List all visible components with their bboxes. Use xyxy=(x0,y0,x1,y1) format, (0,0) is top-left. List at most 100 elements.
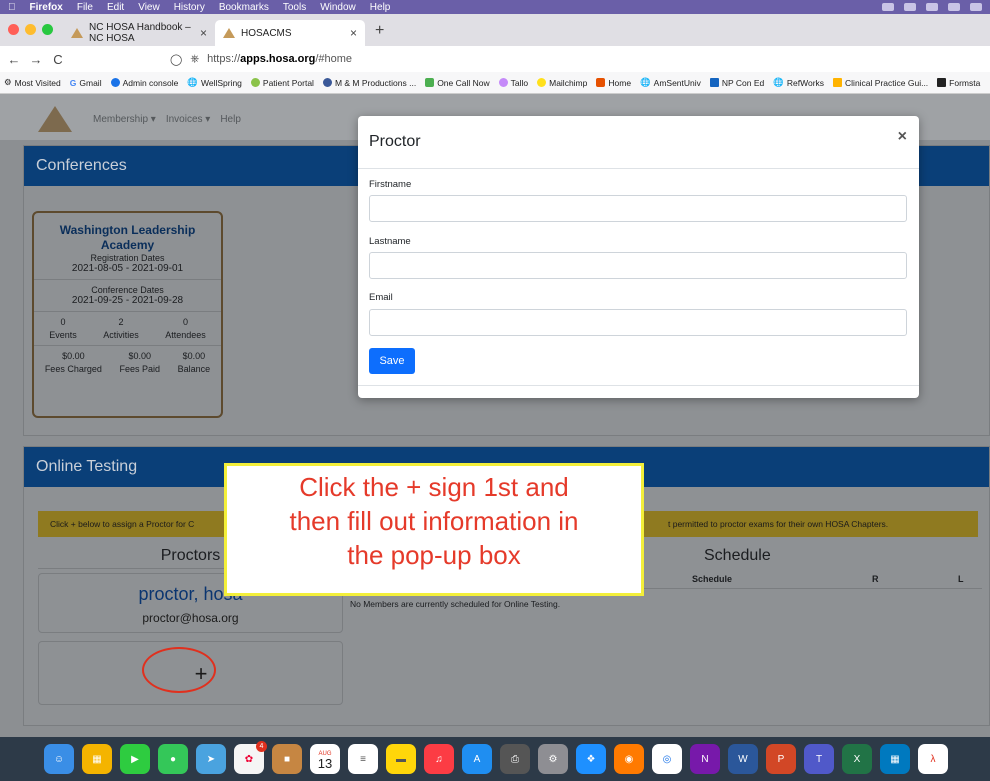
nav-membership[interactable]: Membership ▾ xyxy=(93,114,156,125)
close-tab-icon[interactable]: × xyxy=(350,26,357,40)
proctor-email: proctor@hosa.org xyxy=(142,611,239,625)
acrobat-icon[interactable]: λ xyxy=(918,744,948,774)
system-preferences-icon[interactable]: ⚙ xyxy=(538,744,568,774)
google-icon: G xyxy=(69,77,77,88)
apple-menu-icon[interactable]:  xyxy=(8,2,16,13)
bookmark-clinical-practice[interactable]: Clinical Practice Gui... xyxy=(833,78,928,88)
word-icon[interactable]: W xyxy=(728,744,758,774)
column-schedule[interactable]: Schedule xyxy=(692,574,732,584)
close-window-icon[interactable] xyxy=(8,24,19,35)
facebook-icon xyxy=(322,78,332,87)
column-r[interactable]: R xyxy=(872,574,879,584)
tallo-icon xyxy=(498,78,508,87)
minimize-window-icon[interactable] xyxy=(25,24,36,35)
bookmark-label: Gmail xyxy=(79,77,102,88)
bookmarks-bar: ⚙ Most Visited G Gmail Admin console 🌐 Well… xyxy=(0,72,990,94)
lastname-field[interactable] xyxy=(369,252,907,279)
app-store-icon[interactable]: A xyxy=(462,744,492,774)
menu-app-name[interactable]: Firefox xyxy=(30,2,63,13)
stat-label: Events xyxy=(49,330,77,340)
wifi-icon[interactable] xyxy=(948,3,960,11)
bookmark-gmail[interactable]: G Gmail xyxy=(70,78,102,88)
menu-file[interactable]: File xyxy=(77,2,93,13)
excel-icon[interactable]: X xyxy=(842,744,872,774)
bookmark-refworks[interactable]: 🌐 RefWorks xyxy=(773,77,824,88)
hosa-logo-icon[interactable] xyxy=(38,106,72,132)
close-icon[interactable]: × xyxy=(898,128,907,146)
url-bar[interactable]: ◯ ⎈ https://apps.hosa.org/#home xyxy=(170,53,352,66)
bookmark-most-visited[interactable]: ⚙ Most Visited xyxy=(4,77,61,88)
status-icon[interactable] xyxy=(904,3,916,11)
bookmark-label: Formsta xyxy=(949,77,981,88)
firstname-field[interactable] xyxy=(369,195,907,222)
menu-history[interactable]: History xyxy=(174,2,205,13)
maps-icon[interactable]: ➤ xyxy=(196,744,226,774)
highlight-ring xyxy=(142,647,216,693)
fees-paid: $0.00 Fees Paid xyxy=(119,351,160,374)
bookmark-label: WellSpring xyxy=(200,77,242,88)
bookmark-wellspring[interactable]: 🌐 WellSpring xyxy=(187,77,242,88)
nav-invoices[interactable]: Invoices ▾ xyxy=(166,114,210,125)
notes-icon[interactable]: ▬ xyxy=(386,744,416,774)
calendar-icon[interactable]: AUG 13 xyxy=(310,744,340,774)
bookmark-mm-productions[interactable]: M & M Productions ... xyxy=(322,78,416,88)
shield-icon[interactable]: ◯ xyxy=(170,53,182,66)
control-center-icon[interactable] xyxy=(970,3,982,11)
menu-help[interactable]: Help xyxy=(370,2,391,13)
zoom-window-icon[interactable] xyxy=(42,24,53,35)
teams-icon[interactable]: T xyxy=(804,744,834,774)
tab-hosacms[interactable]: HOSACMS × xyxy=(215,20,365,46)
menu-window[interactable]: Window xyxy=(320,2,356,13)
save-button[interactable]: Save xyxy=(369,348,415,374)
close-tab-icon[interactable]: × xyxy=(200,26,207,40)
music-icon[interactable]: ♫ xyxy=(424,744,454,774)
bookmark-admin-console[interactable]: Admin console xyxy=(110,78,178,88)
dropbox-icon[interactable] xyxy=(882,3,894,11)
chrome-icon[interactable]: ◎ xyxy=(652,744,682,774)
menu-edit[interactable]: Edit xyxy=(107,2,124,13)
bookmark-home[interactable]: Home xyxy=(596,78,631,88)
email-field[interactable] xyxy=(369,309,907,336)
trello-icon[interactable]: ▦ xyxy=(880,744,910,774)
bookmark-amsentuniv[interactable]: 🌐 AmSentUniv xyxy=(640,77,701,88)
macos-menu-bar:  Firefox File Edit View History Bookmar… xyxy=(0,0,990,14)
bookmark-mailchimp[interactable]: Mailchimp xyxy=(537,78,587,88)
stat-activities: 2 Activities xyxy=(103,317,139,340)
bookmark-formsta[interactable]: Formsta xyxy=(937,78,980,88)
menu-view[interactable]: View xyxy=(138,2,160,13)
column-l[interactable]: L xyxy=(958,574,964,584)
onenote-icon[interactable]: N xyxy=(690,744,720,774)
contacts-icon[interactable]: ■ xyxy=(272,744,302,774)
messages-icon[interactable]: ● xyxy=(158,744,188,774)
finder-icon[interactable]: ☺ xyxy=(44,744,74,774)
fee-value: $0.00 xyxy=(62,351,85,361)
calendar-day: 13 xyxy=(317,756,333,771)
new-tab-button[interactable]: + xyxy=(365,22,394,46)
conference-card[interactable]: Washington Leadership Academy Registrati… xyxy=(32,211,223,418)
forward-button[interactable]: → xyxy=(28,52,44,67)
leaf-icon xyxy=(250,78,260,87)
fees-charged: $0.00 Fees Charged xyxy=(45,351,102,374)
conference-name-line1: Washington Leadership xyxy=(59,223,196,237)
menu-bookmarks[interactable]: Bookmarks xyxy=(219,2,269,13)
back-button[interactable]: ← xyxy=(6,52,22,67)
fee-value: $0.00 xyxy=(182,351,206,361)
facetime-icon[interactable]: ▶ xyxy=(120,744,150,774)
bookmark-one-call-now[interactable]: One Call Now xyxy=(425,78,490,88)
nav-help[interactable]: Help xyxy=(220,114,241,125)
menu-tools[interactable]: Tools xyxy=(283,2,306,13)
firefox-icon[interactable]: ◉ xyxy=(614,744,644,774)
reminders-icon[interactable]: ≡ xyxy=(348,744,378,774)
launchpad-icon[interactable]: ▦ xyxy=(82,744,112,774)
battery-icon[interactable] xyxy=(926,3,938,11)
safari-icon[interactable]: ❖ xyxy=(576,744,606,774)
tab-nc-hosa-handbook[interactable]: NC HOSA Handbook – NC HOSA × xyxy=(63,20,215,46)
bookmark-patient-portal[interactable]: Patient Portal xyxy=(250,78,314,88)
bookmark-tallo[interactable]: Tallo xyxy=(498,78,528,88)
powerpoint-icon[interactable]: P xyxy=(766,744,796,774)
reload-button[interactable]: C xyxy=(50,52,66,67)
lock-icon[interactable]: ⎈ xyxy=(190,53,199,66)
bookmark-np-con-ed[interactable]: NP Con Ed xyxy=(709,78,764,88)
photos-icon[interactable]: ✿ 4 xyxy=(234,741,267,774)
printer-icon[interactable]: ⎙ xyxy=(500,744,530,774)
